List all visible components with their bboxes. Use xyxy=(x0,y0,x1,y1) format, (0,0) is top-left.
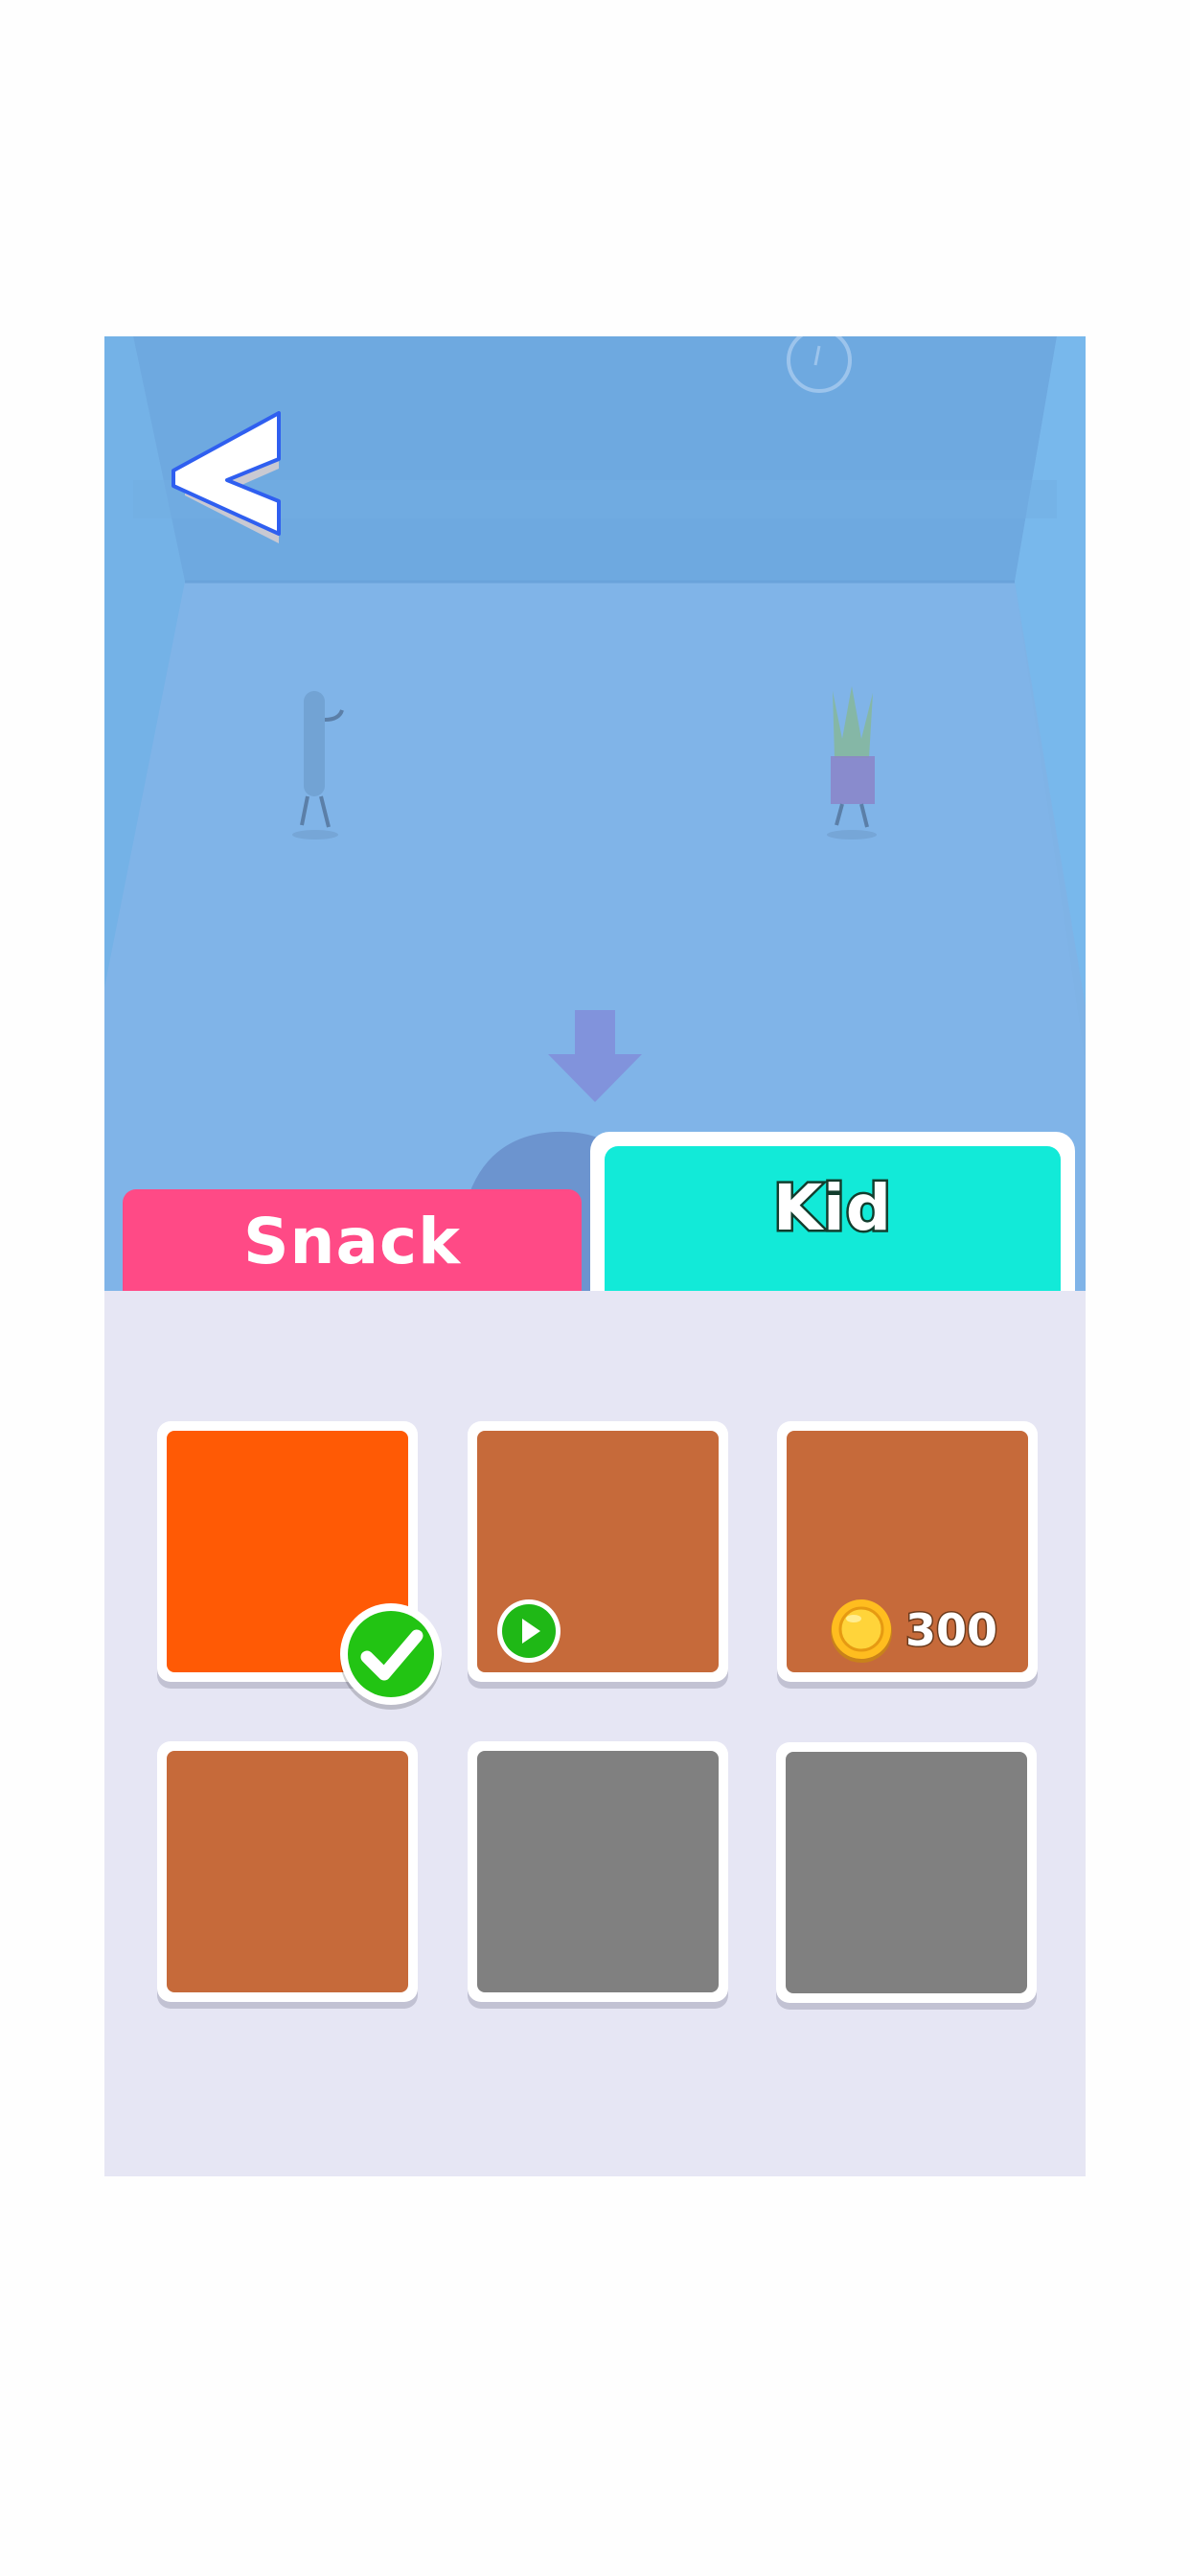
skin-swatch xyxy=(167,1751,408,1992)
tab-snack-label: Snack xyxy=(242,1205,462,1278)
wall-clock-icon xyxy=(787,336,852,393)
price-amount: 300 xyxy=(904,1603,998,1658)
skin-swatch-locked xyxy=(786,1752,1027,1993)
skin-swatch-locked xyxy=(477,1751,719,1992)
checkmark-icon xyxy=(360,1629,423,1681)
skin-card-6[interactable] xyxy=(776,1742,1037,2003)
skin-card-5[interactable] xyxy=(468,1741,728,2002)
tab-kid[interactable]: Kid xyxy=(590,1132,1075,1291)
skin-panel: 300 xyxy=(104,1291,1086,2176)
character-silhouette xyxy=(827,686,877,840)
play-icon xyxy=(522,1619,540,1644)
skin-card-4[interactable] xyxy=(157,1741,418,2002)
tab-kid-label: Kid xyxy=(770,1169,893,1248)
tab-kid-face: Kid xyxy=(605,1146,1061,1291)
room-scene: Snack Kid xyxy=(104,336,1086,1291)
selected-badge xyxy=(340,1603,442,1705)
price-tag: 300 xyxy=(829,1598,999,1663)
back-button[interactable] xyxy=(164,411,288,545)
back-chevron-icon xyxy=(172,411,281,543)
game-frame: Snack Kid 300 xyxy=(104,336,1086,2176)
character-silhouette xyxy=(292,691,344,840)
tab-snack[interactable]: Snack xyxy=(123,1189,582,1291)
coin-icon xyxy=(831,1599,892,1663)
down-arrow-icon xyxy=(548,1010,642,1102)
watch-ad-button[interactable] xyxy=(497,1599,561,1663)
